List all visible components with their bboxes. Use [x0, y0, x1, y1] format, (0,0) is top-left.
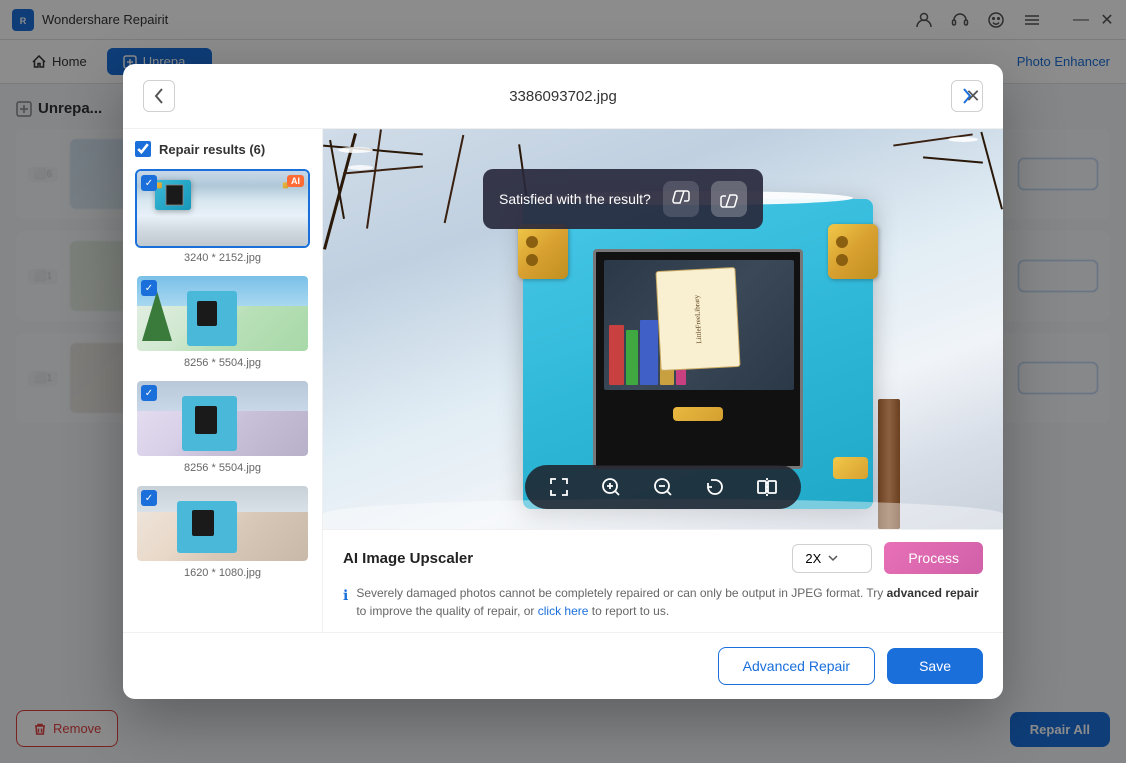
process-button[interactable]: Process [884, 542, 983, 574]
modal-prev-button[interactable] [143, 80, 175, 112]
modal-filename: 3386093702.jpg [187, 88, 939, 105]
thumb-label-2: 8256 * 5504.jpg [135, 357, 310, 369]
thumbnail-panel: Repair results (6) [123, 129, 323, 632]
modal-body: Repair results (6) [123, 129, 1003, 632]
info-after: to report to us. [588, 604, 669, 618]
select-all-checkbox[interactable] [135, 141, 151, 157]
upscaler-value: 2X [805, 551, 821, 566]
thumb-wrapper-1: ✓ AI [135, 169, 310, 248]
info-before: Severely damaged photos cannot be comple… [356, 586, 886, 600]
image-container: LittleFreeLibrary Satisfied with the res… [323, 129, 1003, 529]
satisfied-text: Satisfied with the result? [499, 191, 651, 207]
thumb-label-4: 1620 * 1080.jpg [135, 567, 310, 579]
rotate-icon[interactable] [701, 473, 729, 501]
info-text: Severely damaged photos cannot be comple… [356, 584, 983, 620]
process-label: Process [908, 550, 959, 566]
modal-header: 3386093702.jpg ✕ [123, 64, 1003, 129]
thumb-image-2: ✓ [137, 276, 308, 351]
thumb-image-4: ✓ [137, 486, 308, 561]
app-window: R Wondershare Repairit [0, 0, 1126, 763]
save-label: Save [919, 658, 951, 674]
upscaler-row: AI Image Upscaler 2X Process [343, 542, 983, 574]
zoom-out-icon[interactable] [649, 473, 677, 501]
modal-overlay: 3386093702.jpg ✕ Repair results (6) [0, 0, 1126, 763]
thumb-check-3: ✓ [141, 385, 157, 401]
info-icon: ℹ [343, 585, 348, 606]
upscaler-select[interactable]: 2X [792, 544, 872, 573]
thumb-label-1: 3240 * 2152.jpg [135, 252, 310, 264]
thumb-image-1: ✓ AI [137, 171, 308, 246]
thumb-label-3: 8256 * 5504.jpg [135, 462, 310, 474]
thumb-down-button[interactable] [663, 181, 699, 217]
door-handle [673, 407, 723, 421]
zoom-in-icon[interactable] [597, 473, 625, 501]
thumbnail-item-3[interactable]: ✓ 8256 * 5504.jpg [135, 379, 310, 474]
info-advanced-link[interactable]: advanced repair [887, 586, 979, 600]
hinge-top-right [828, 224, 878, 279]
image-panel: LittleFreeLibrary Satisfied with the res… [323, 129, 1003, 632]
thumb-ai-badge-1: AI [287, 175, 304, 187]
thumb-up-button[interactable] [711, 181, 747, 217]
thumb-wrapper-3: ✓ [135, 379, 310, 458]
advanced-repair-button[interactable]: Advanced Repair [718, 647, 875, 685]
fullscreen-icon[interactable] [545, 473, 573, 501]
panel-title: Repair results (6) [159, 142, 265, 157]
bottom-latch [833, 457, 868, 479]
modal-dialog: 3386093702.jpg ✕ Repair results (6) [123, 64, 1003, 699]
thumb-check-4: ✓ [141, 490, 157, 506]
modal-close-button[interactable]: ✕ [959, 82, 987, 110]
advanced-repair-label: Advanced Repair [743, 658, 850, 674]
modal-bottom: AI Image Upscaler 2X Process [323, 529, 1003, 632]
thumbnail-item-2[interactable]: ✓ 8256 * 5504.jpg [135, 274, 310, 369]
thumb-wrapper-4: ✓ [135, 484, 310, 563]
modal-actions: Advanced Repair Save [123, 632, 1003, 699]
info-row: ℹ Severely damaged photos cannot be comp… [343, 584, 983, 620]
flip-icon[interactable] [753, 473, 781, 501]
save-button[interactable]: Save [887, 648, 983, 684]
thumbnail-item-4[interactable]: ✓ 1620 * 1080.jpg [135, 484, 310, 579]
info-click-here-link[interactable]: click here [538, 604, 589, 618]
thumb-image-3: ✓ [137, 381, 308, 456]
thumb-wrapper-2: ✓ [135, 274, 310, 353]
thumb-check-1: ✓ [141, 175, 157, 191]
thumb-check-2: ✓ [141, 280, 157, 296]
panel-header: Repair results (6) [135, 141, 310, 157]
satisfied-tooltip: Satisfied with the result? [483, 169, 763, 229]
upscaler-label: AI Image Upscaler [343, 550, 792, 567]
library-sign: LittleFreeLibrary [655, 267, 740, 371]
image-toolbar [525, 465, 801, 509]
hinge-top-left [518, 224, 568, 279]
thumbnail-item-1[interactable]: ✓ AI 3240 * 2152.jpg [135, 169, 310, 264]
info-mid: to improve the quality of repair, or [356, 604, 537, 618]
